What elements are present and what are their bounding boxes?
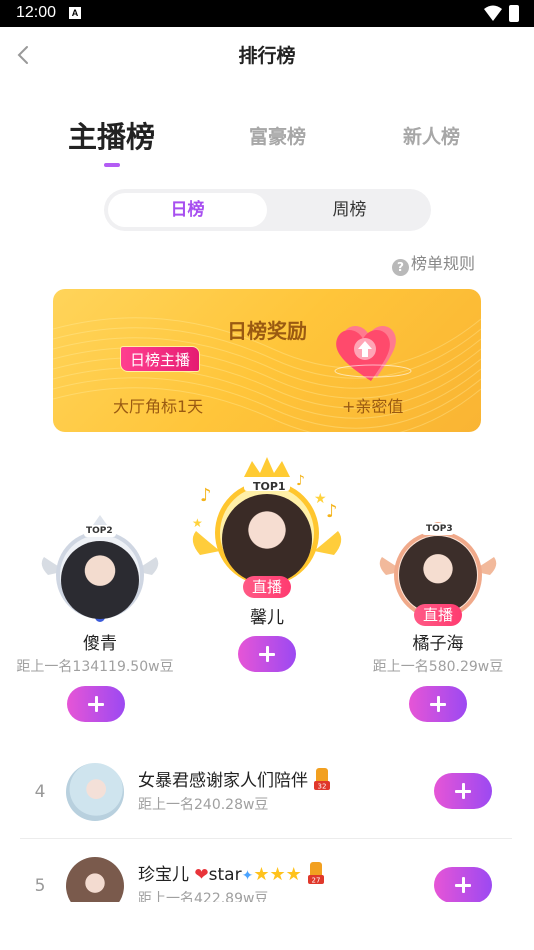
reward-lobby-badge: 大厅角标1天 — [113, 397, 204, 416]
top3-gap: 距上一名580.29w豆 — [372, 659, 504, 675]
rank-gap: 距上一名240.28w豆 — [138, 797, 269, 813]
period-toggle: 日榜 周榜 — [104, 189, 431, 231]
top1-live-badge: 直播 — [243, 576, 291, 598]
top2-gap: 距上一名134119.50w豆 — [16, 659, 174, 675]
top1-name: 馨儿 — [250, 608, 284, 628]
follow-button[interactable] — [434, 773, 492, 809]
top3-avatar[interactable] — [399, 536, 477, 614]
list-item[interactable]: 4 女暴君感谢家人们陪伴 32 距上一名240.28w豆 — [20, 756, 512, 840]
notification-a-icon: A — [69, 7, 81, 19]
top2-follow-button[interactable] — [67, 686, 125, 722]
period-week-button[interactable]: 周榜 — [272, 193, 427, 227]
rank-number: 4 — [34, 782, 46, 802]
active-tab-indicator — [104, 163, 120, 167]
header: 排行榜 — [0, 27, 534, 83]
rank-number: 5 — [34, 876, 46, 896]
podium-first: ♪ ♪ ♪ ★ ★ TOP1 直播 馨儿 — [186, 455, 348, 645]
reward-intimacy: +亲密值 — [342, 397, 404, 416]
rank-name: 珍宝儿 ❤star✦★★★ 27 — [138, 860, 326, 885]
tab-rich[interactable]: 富豪榜 — [249, 122, 306, 149]
top3-follow-button[interactable] — [409, 686, 467, 722]
rank-name-prefix: 珍宝儿 — [138, 865, 189, 885]
svg-text:★: ★ — [314, 491, 327, 507]
rank-name: 女暴君感谢家人们陪伴 32 — [138, 766, 332, 791]
reward-title: 日榜奖励 — [227, 319, 307, 343]
rank-name-text: 女暴君感谢家人们陪伴 — [138, 771, 308, 791]
level-badge-icon: 27 — [307, 862, 324, 885]
svg-text:♪: ♪ — [200, 485, 212, 506]
page-title: 排行榜 — [238, 45, 296, 67]
rank-name-mid: star — [208, 865, 242, 885]
level-number: 27 — [311, 877, 320, 885]
period-day-button[interactable]: 日榜 — [108, 193, 267, 227]
top1-avatar[interactable] — [222, 494, 312, 584]
tab-host[interactable]: 主播榜 — [68, 114, 155, 156]
status-bar: 12:00 A — [0, 0, 534, 27]
leaderboard-tabs: 主播榜 富豪榜 新人榜 — [0, 112, 534, 172]
rules-link[interactable]: ? 榜单规则 — [392, 250, 476, 276]
bottom-mask — [0, 902, 534, 950]
top3-badge: TOP3 — [426, 524, 453, 534]
reward-tag: 日榜主播 — [120, 346, 201, 372]
battery-icon — [509, 5, 519, 22]
sparkle-icon: ✦ — [241, 868, 254, 884]
top1-badge: TOP1 — [253, 480, 286, 493]
top2-badge: TOP2 — [86, 526, 113, 536]
level-number: 32 — [318, 783, 327, 791]
svg-text:♪: ♪ — [296, 473, 305, 489]
heart-icon: ❤ — [194, 865, 209, 885]
double-heart-icon — [334, 326, 412, 381]
top3-name: 橘子海 — [412, 634, 464, 654]
status-time: 12:00 — [16, 4, 57, 21]
star-icons: ★★★ — [253, 864, 302, 885]
rank-avatar[interactable] — [66, 763, 124, 821]
reward-card: 日榜奖励 日榜主播 大厅角标1天 +亲密值 — [53, 289, 481, 432]
wifi-icon — [484, 5, 502, 21]
follow-button[interactable] — [434, 867, 492, 903]
top2-name: 傻青 — [83, 634, 117, 654]
top2-avatar[interactable] — [61, 541, 139, 619]
tab-newcomer[interactable]: 新人榜 — [403, 122, 460, 149]
divider — [20, 838, 512, 839]
top1-follow-button[interactable] — [238, 636, 296, 672]
rules-label: 榜单规则 — [411, 254, 476, 273]
level-badge-icon: 32 — [314, 768, 330, 791]
svg-text:★: ★ — [192, 516, 203, 530]
top3-live-badge: 直播 — [414, 604, 462, 626]
question-icon: ? — [392, 259, 409, 276]
svg-text:♪: ♪ — [326, 501, 338, 522]
